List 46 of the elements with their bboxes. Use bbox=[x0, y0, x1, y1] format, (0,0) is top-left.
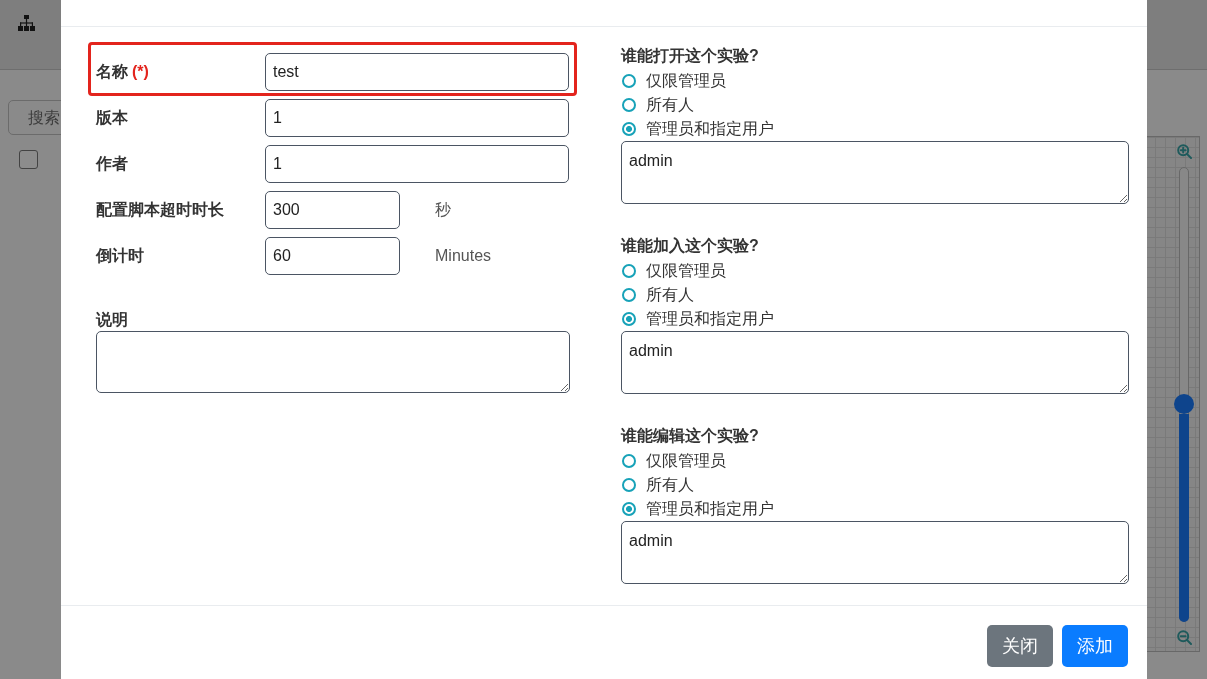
radio-label[interactable]: 所有人 bbox=[646, 475, 694, 495]
input-field[interactable]: test bbox=[265, 53, 569, 91]
radio-button[interactable] bbox=[622, 502, 636, 516]
radio-button[interactable] bbox=[622, 288, 636, 302]
field-label: 作者 bbox=[96, 155, 128, 172]
input-field[interactable]: 1 bbox=[265, 145, 569, 183]
radio-button[interactable] bbox=[622, 312, 636, 326]
section-title: 谁能加入这个实验? bbox=[621, 236, 759, 256]
radio-label[interactable]: 仅限管理员 bbox=[646, 71, 726, 91]
radio-label[interactable]: 管理员和指定用户 bbox=[646, 499, 774, 519]
description-field[interactable] bbox=[96, 331, 570, 393]
input-field[interactable]: 300 bbox=[265, 191, 400, 229]
radio-label[interactable]: 所有人 bbox=[646, 95, 694, 115]
radio-label[interactable]: 仅限管理员 bbox=[646, 261, 726, 281]
users-field[interactable]: admin bbox=[621, 521, 1129, 584]
radio-label[interactable]: 管理员和指定用户 bbox=[646, 309, 774, 329]
required-mark: (*) bbox=[132, 63, 149, 80]
radio-button[interactable] bbox=[622, 122, 636, 136]
radio-label[interactable]: 所有人 bbox=[646, 285, 694, 305]
radio-button[interactable] bbox=[622, 264, 636, 278]
unit-label: Minutes bbox=[435, 246, 492, 266]
radio-button[interactable] bbox=[622, 478, 636, 492]
zoom-in-icon[interactable] bbox=[1176, 144, 1192, 159]
field-label: 配置脚本超时时长 bbox=[96, 201, 224, 218]
input-field[interactable]: 60 bbox=[265, 237, 400, 275]
input-field[interactable]: 1 bbox=[265, 99, 569, 137]
unit-label: 秒 bbox=[435, 200, 451, 220]
close-button[interactable]: 关闭 bbox=[987, 625, 1053, 667]
slider-thumb[interactable] bbox=[1174, 393, 1194, 414]
radio-label[interactable]: 仅限管理员 bbox=[646, 451, 726, 471]
users-field[interactable]: admin bbox=[621, 141, 1129, 204]
zoom-out-icon[interactable] bbox=[1176, 630, 1192, 645]
radio-button[interactable] bbox=[622, 454, 636, 468]
field-label: 名称 bbox=[96, 63, 128, 80]
radio-label[interactable]: 管理员和指定用户 bbox=[646, 119, 774, 139]
users-field[interactable]: admin bbox=[621, 331, 1129, 394]
field-label: 倒计时 bbox=[96, 247, 144, 264]
radio-button[interactable] bbox=[622, 74, 636, 88]
add-button[interactable]: 添加 bbox=[1062, 625, 1128, 667]
section-title: 谁能编辑这个实验? bbox=[621, 426, 759, 446]
field-label: 版本 bbox=[96, 109, 128, 126]
sitemap-icon bbox=[18, 15, 35, 31]
checkbox[interactable] bbox=[19, 150, 38, 169]
field-label: 说明 bbox=[96, 310, 128, 330]
section-title: 谁能打开这个实验? bbox=[621, 46, 759, 66]
radio-button[interactable] bbox=[622, 98, 636, 112]
